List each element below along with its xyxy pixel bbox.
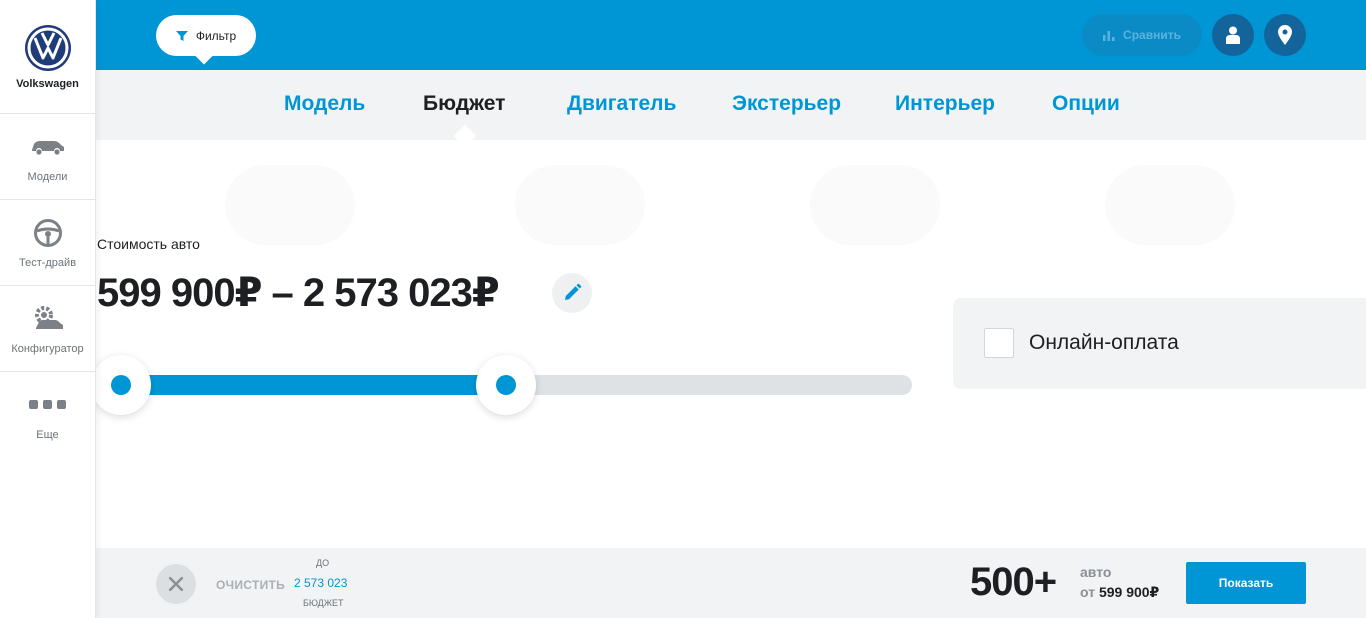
clear-label[interactable]: ОЧИСТИТЬ bbox=[216, 578, 285, 592]
close-icon bbox=[169, 577, 183, 591]
tab-exterior[interactable]: Экстерьер bbox=[732, 92, 841, 116]
price-slider-min-handle[interactable] bbox=[91, 355, 151, 415]
price-slider-max-handle[interactable] bbox=[476, 355, 536, 415]
results-bar: ОЧИСТИТЬ ДО 2 573 023 БЮДЖЕТ 500+ авто о… bbox=[96, 548, 1366, 618]
compare-label: Сравнить bbox=[1123, 28, 1181, 42]
vw-logo-icon bbox=[24, 25, 71, 71]
configurator-gear-car-icon bbox=[28, 303, 68, 335]
tab-engine[interactable]: Двигатель bbox=[567, 92, 676, 116]
handle-dot bbox=[111, 375, 131, 395]
results-from-price: от 599 900₽ bbox=[1080, 584, 1159, 601]
show-results-button[interactable]: Показать bbox=[1186, 562, 1306, 604]
handle-dot bbox=[496, 375, 516, 395]
background-car-silhouette bbox=[1105, 165, 1235, 245]
background-car-silhouette bbox=[810, 165, 940, 245]
filter-button[interactable]: Фильтр bbox=[156, 15, 256, 56]
sidebar: Volkswagen Модели Тест-драйв Конфигурато… bbox=[0, 0, 96, 618]
filter-tabs: Модель Бюджет Двигатель Экстерьер Интерь… bbox=[96, 70, 1366, 140]
online-payment-checkbox[interactable] bbox=[984, 328, 1014, 358]
tab-budget[interactable]: Бюджет bbox=[423, 92, 505, 116]
sidebar-item-test-drive[interactable]: Тест-драйв bbox=[0, 200, 95, 286]
tab-options[interactable]: Опции bbox=[1052, 92, 1120, 116]
steering-wheel-icon bbox=[28, 217, 68, 249]
edit-price-button[interactable] bbox=[552, 273, 592, 313]
compare-button[interactable]: Сравнить bbox=[1082, 14, 1202, 56]
tab-interior[interactable]: Интерьер bbox=[895, 92, 995, 116]
background-car-silhouette bbox=[515, 165, 645, 245]
budget-summary-suffix: БЮДЖЕТ bbox=[303, 598, 344, 608]
online-payment-label: Онлайн-оплата bbox=[1029, 331, 1179, 354]
filter-label: Фильтр bbox=[195, 28, 237, 43]
tab-model[interactable]: Модель bbox=[284, 92, 365, 116]
car-icon bbox=[28, 131, 68, 163]
from-prefix: от bbox=[1080, 584, 1096, 600]
sidebar-item-models[interactable]: Модели bbox=[0, 114, 95, 200]
price-label: Стоимость авто bbox=[97, 236, 200, 252]
sidebar-item-label: Тест-драйв bbox=[18, 256, 77, 269]
background-car-silhouette bbox=[225, 165, 355, 245]
location-pin-icon bbox=[1278, 25, 1292, 45]
more-dots-icon bbox=[28, 389, 68, 421]
price-range-value: 599 900₽ – 2 573 023₽ bbox=[97, 271, 500, 315]
pencil-icon bbox=[565, 283, 582, 300]
results-count: 500+ bbox=[970, 560, 1057, 604]
sidebar-item-label: Конфигуратор bbox=[11, 342, 84, 355]
sidebar-item-label: Модели bbox=[27, 170, 68, 183]
online-payment-option[interactable]: Онлайн-оплата bbox=[953, 298, 1366, 389]
top-bar: Фильтр Сравнить bbox=[96, 0, 1366, 70]
filter-icon bbox=[175, 30, 188, 41]
from-price-value: 599 900₽ bbox=[1098, 584, 1160, 600]
sidebar-item-more[interactable]: Еще bbox=[0, 372, 95, 458]
sidebar-item-label: Еще bbox=[36, 429, 59, 441]
budget-summary-value: 2 573 023 bbox=[294, 576, 348, 590]
user-button[interactable] bbox=[1212, 14, 1254, 56]
brand-logo-block[interactable]: Volkswagen bbox=[0, 0, 95, 114]
sidebar-item-configurator[interactable]: Конфигуратор bbox=[0, 286, 95, 372]
results-unit: авто bbox=[1080, 564, 1112, 580]
location-button[interactable] bbox=[1264, 14, 1306, 56]
clear-button[interactable] bbox=[156, 564, 196, 604]
user-icon bbox=[1226, 26, 1240, 44]
brand-name: Volkswagen bbox=[16, 78, 79, 90]
price-slider-fill bbox=[115, 375, 506, 395]
budget-summary-prefix: ДО bbox=[316, 558, 330, 568]
chart-bars-icon bbox=[1103, 31, 1115, 41]
